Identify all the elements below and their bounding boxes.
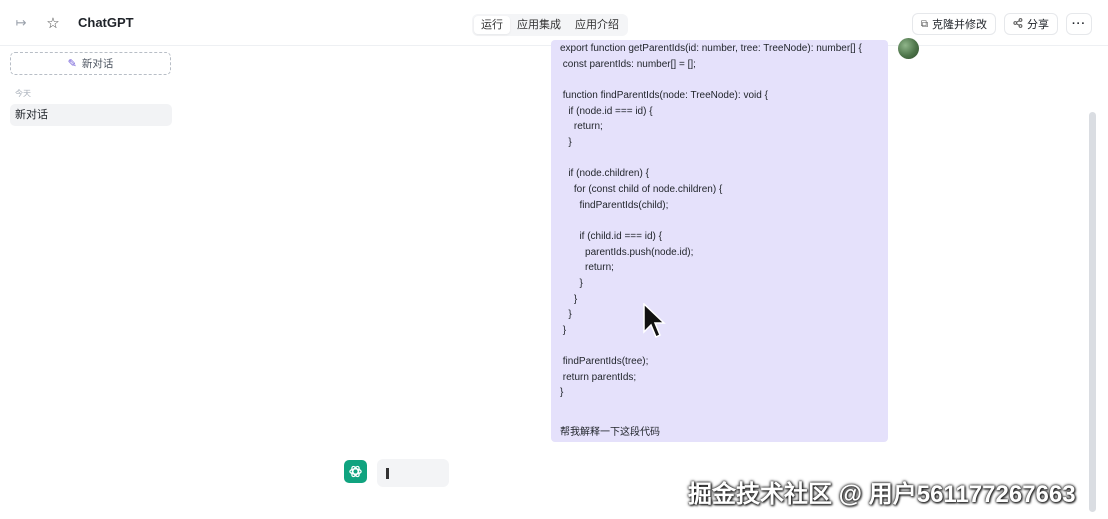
clone-edit-button[interactable]: ⧉ 克隆并修改 bbox=[911, 13, 996, 35]
assistant-message-bubble bbox=[377, 459, 449, 487]
more-options-button[interactable]: ··· bbox=[1066, 13, 1092, 35]
tab-integration[interactable]: 应用集成 bbox=[510, 16, 568, 34]
star-icon[interactable]: ☆ bbox=[44, 14, 62, 32]
copy-icon: ⧉ bbox=[920, 18, 928, 30]
edit-icon: ✎ bbox=[67, 58, 77, 70]
app-window: ↦ ☆ ChatGPT 运行 应用集成 应用介绍 ⧉ 克隆并修改 分享 ··· … bbox=[0, 0, 1108, 519]
app-title: ChatGPT bbox=[78, 15, 134, 30]
share-button[interactable]: 分享 bbox=[1004, 13, 1058, 35]
openai-logo-icon bbox=[344, 460, 367, 483]
new-chat-label: 新对话 bbox=[81, 58, 114, 70]
user-code-text: export function getParentIds(id: number,… bbox=[560, 43, 862, 399]
user-avatar bbox=[898, 38, 919, 59]
sidebar: ✎ 新对话 今天 新对话 bbox=[0, 46, 180, 519]
collapse-sidebar-icon[interactable]: ↦ bbox=[12, 14, 30, 32]
watermark-text: 掘金技术社区 @ 用户561177267663 bbox=[688, 481, 1076, 508]
tab-run[interactable]: 运行 bbox=[474, 16, 510, 34]
header-left: ↦ ☆ ChatGPT bbox=[0, 14, 134, 32]
share-label: 分享 bbox=[1027, 19, 1049, 31]
typing-cursor bbox=[386, 468, 389, 479]
user-message-bubble: export function getParentIds(id: number,… bbox=[551, 40, 888, 442]
header-actions: ⧉ 克隆并修改 分享 ··· bbox=[911, 13, 1092, 35]
user-prompt-text: 帮我解释一下这段代码 bbox=[560, 427, 660, 438]
mode-tabs: 运行 应用集成 应用介绍 bbox=[472, 14, 628, 36]
mouse-pointer-icon bbox=[642, 302, 666, 344]
tab-intro[interactable]: 应用介绍 bbox=[568, 16, 626, 34]
new-chat-button[interactable]: ✎ 新对话 bbox=[10, 52, 171, 75]
chat-scrollbar[interactable] bbox=[1089, 112, 1096, 512]
clone-edit-label: 克隆并修改 bbox=[932, 19, 987, 31]
conversation-group-label: 今天 bbox=[15, 89, 31, 98]
conversation-item[interactable]: 新对话 bbox=[10, 104, 172, 126]
share-icon bbox=[1013, 17, 1023, 31]
